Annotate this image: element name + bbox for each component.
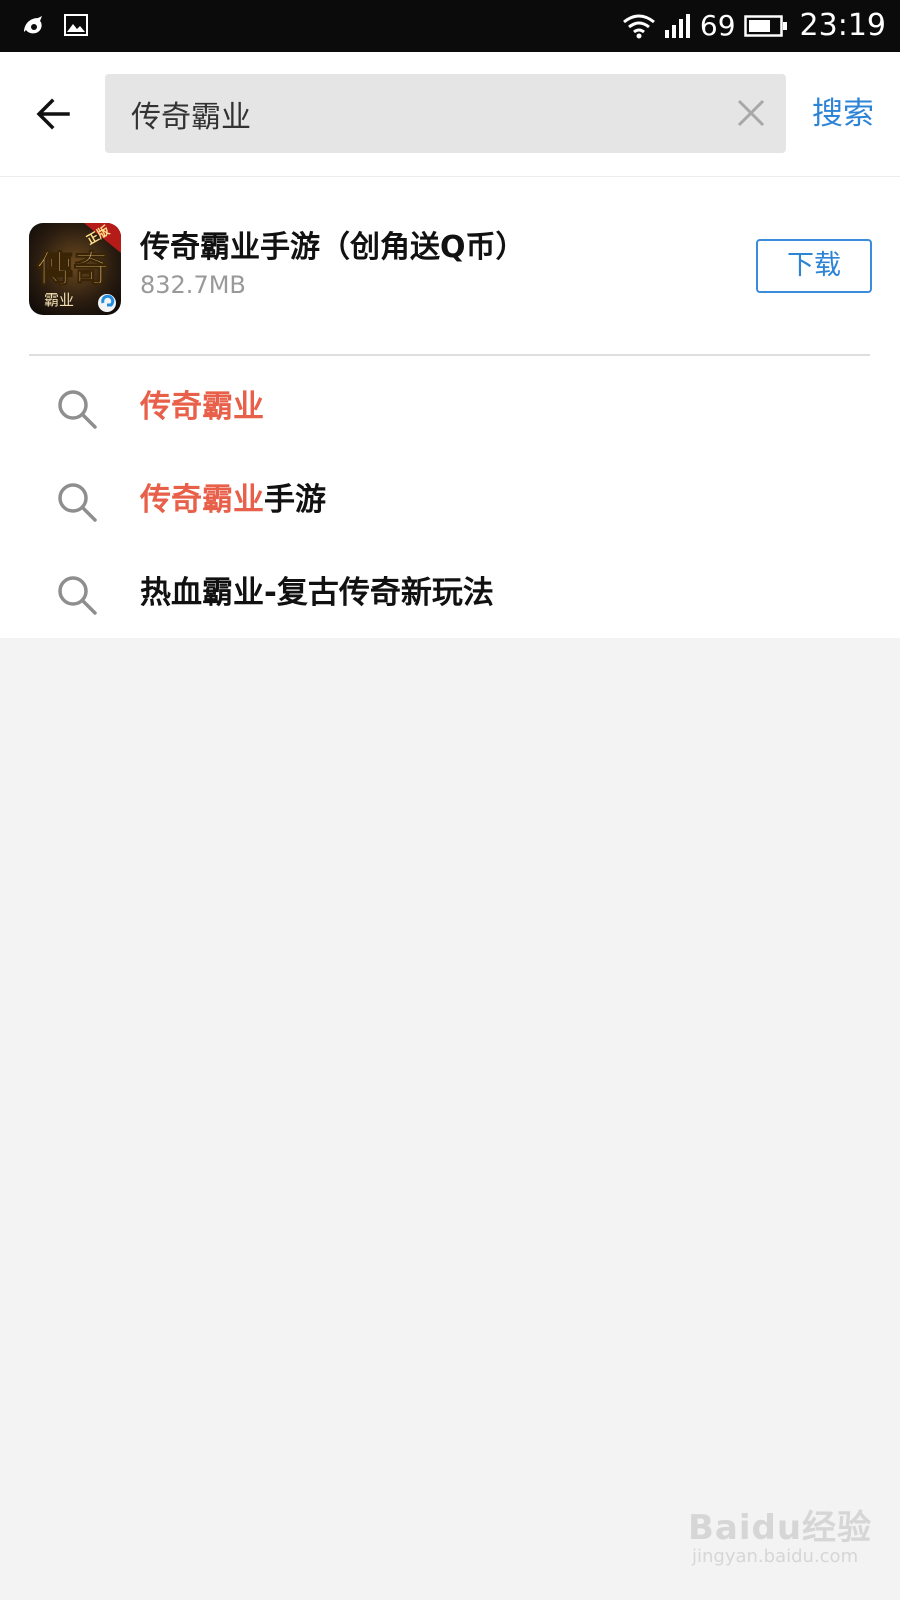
app-icon: 正版 傳奇 霸业 xyxy=(29,223,121,315)
search-icon xyxy=(58,390,97,429)
suggestion-rest: 手游 xyxy=(264,482,326,518)
signal-strength-text: 69 xyxy=(699,9,736,42)
app-icon-subtitle: 霸业 xyxy=(44,291,74,309)
battery-icon xyxy=(743,15,787,37)
suggestion-item[interactable]: 传奇霸业 xyxy=(0,364,900,456)
image-icon xyxy=(64,14,88,36)
suggestion-item[interactable]: 热血霸业-复古传奇新玩法 xyxy=(0,550,900,642)
suggestion-highlight: 传奇霸业 xyxy=(140,389,264,425)
status-left-icons xyxy=(20,12,88,38)
suggestion-text: 传奇霸业 xyxy=(140,384,264,430)
suggestion-text: 热血霸业-复古传奇新玩法 xyxy=(140,570,494,616)
back-button[interactable] xyxy=(28,88,80,140)
search-box xyxy=(105,74,786,153)
cellular-signal-icon xyxy=(664,14,690,38)
search-header: 搜索 xyxy=(0,52,900,177)
watermark-main-text: Baidu经验 xyxy=(688,1508,873,1548)
uc-browser-icon xyxy=(24,16,42,34)
suggestion-rest: 热血霸业-复古传奇新玩法 xyxy=(140,575,494,611)
clear-search-button[interactable] xyxy=(734,96,768,130)
search-button[interactable]: 搜索 xyxy=(812,89,874,139)
app-size: 832.7MB xyxy=(140,271,246,299)
status-right-icons: 69 23:19 xyxy=(622,8,886,44)
status-bar: 69 23:19 xyxy=(0,0,900,52)
watermark-sub-text: jingyan.baidu.com xyxy=(692,1546,859,1567)
search-icon xyxy=(58,576,97,615)
wifi-icon xyxy=(622,14,655,39)
suggestion-highlight: 传奇霸业 xyxy=(140,482,264,518)
search-icon xyxy=(58,483,97,522)
suggestion-item[interactable]: 传奇霸业手游 xyxy=(0,457,900,549)
divider xyxy=(29,354,870,356)
suggestion-text: 传奇霸业手游 xyxy=(140,477,326,523)
app-icon-title: 傳奇 xyxy=(36,248,109,290)
search-results: 正版 傳奇 霸业 传奇霸业手游（创角送Q币） 832.7MB 下载 传奇霸业 传… xyxy=(0,177,900,638)
app-name: 传奇霸业手游（创角送Q币） xyxy=(140,230,526,265)
clock: 23:19 xyxy=(799,8,886,43)
download-button[interactable]: 下载 xyxy=(756,239,872,293)
baidu-jingyan-watermark: Baidu经验 jingyan.baidu.com xyxy=(688,1500,871,1580)
search-input[interactable] xyxy=(131,74,691,153)
close-icon xyxy=(737,99,765,127)
app-result-row[interactable]: 正版 傳奇 霸业 传奇霸业手游（创角送Q币） 832.7MB 下载 xyxy=(0,177,900,355)
back-arrow-icon xyxy=(36,98,70,130)
